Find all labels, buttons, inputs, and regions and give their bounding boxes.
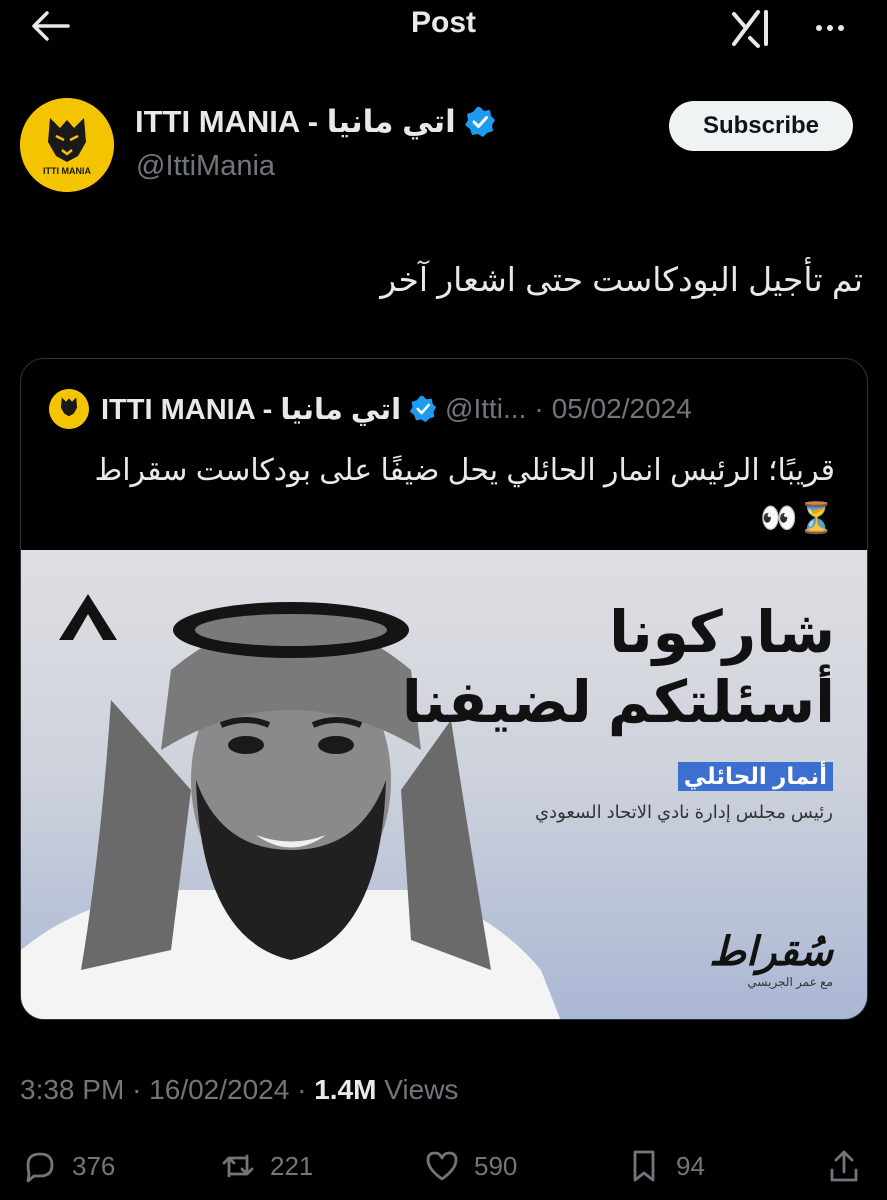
more-button[interactable] [810,8,850,48]
quoted-post-header: ITTI MANIA - اتي مانيا @Itti... · 05/02/… [49,389,692,429]
image-headline-line1: شاركونا [609,600,835,665]
repost-count: 221 [270,1150,314,1181]
quoted-avatar [49,389,89,429]
reply-icon [26,1152,54,1183]
top-bar: Post [0,0,887,62]
subscribe-button[interactable]: Subscribe [669,101,853,151]
quoted-text: قريبًا؛ الرئيس انمار الحائلي يحل ضيفًا ع… [94,454,835,487]
image-brand-subtitle: مع عمر الجريسي [747,975,833,989]
quoted-date: 05/02/2024 [551,393,692,424]
post-time: 3:38 PM [20,1074,125,1105]
logo-8-icon [59,594,117,640]
avatar[interactable]: ITTI MANIA [20,98,114,192]
image-headline-line2: أسئلتكم لضيفنا [401,670,835,735]
like-button[interactable]: 590 [424,1148,517,1184]
author-display-name[interactable]: ITTI MANIA - اتي مانيا [135,104,456,140]
action-bar: 376 221 590 94 [0,1140,887,1200]
bookmark-count: 94 [676,1150,705,1181]
meta-separator: · [132,1074,142,1105]
avatar-text: ITTI MANIA [43,166,91,176]
reply-count: 376 [72,1150,116,1181]
verified-badge-icon [464,107,495,137]
quoted-emoji: ⏳👀 [760,501,835,536]
author-name-row[interactable]: ITTI MANIA - اتي مانيا [135,104,496,140]
quoted-post-card[interactable]: ITTI MANIA - اتي مانيا @Itti... · 05/02/… [20,358,868,1020]
repost-icon [222,1154,254,1178]
image-brand: سُقراط مع عمر الجريسي [709,928,833,989]
post-text: تم تأجيل البودكاست حتى اشعار آخر [380,261,863,298]
repost-button[interactable]: 221 [220,1148,313,1184]
verified-badge-icon [409,395,437,423]
image-person-name: أنمار الحائلي [677,762,833,791]
bookmark-button[interactable]: 94 [626,1148,705,1184]
post-meta: 3:38 PM · 16/02/2024 · 1.4M Views [20,1074,458,1106]
post-date: 16/02/2024 [149,1074,290,1105]
quoted-display-name: ITTI MANIA - اتي مانيا [101,393,402,426]
share-icon [830,1150,858,1182]
like-count: 590 [474,1150,518,1181]
quoted-text-block: قريبًا؛ الرئيس انمار الحائلي يحل ضيفًا ع… [45,447,835,543]
author-handle[interactable]: @IttiMania [136,150,275,183]
quoted-handle: @Itti... [445,393,527,424]
image-person-role: رئيس مجلس إدارة نادي الاتحاد السعودي [534,802,833,822]
grok-icon [732,10,768,48]
bookmark-icon [633,1150,655,1182]
heart-icon [426,1151,458,1181]
more-dots-icon [816,25,822,31]
reply-button[interactable]: 376 [22,1148,115,1184]
views-count[interactable]: 1.4M [314,1074,376,1105]
tiger-logo-icon [49,389,89,429]
share-button[interactable] [826,1148,862,1184]
grok-button[interactable] [728,8,778,48]
tiger-logo-icon: ITTI MANIA [20,98,114,192]
views-label[interactable]: Views [384,1074,458,1105]
meta-separator: · [297,1074,307,1105]
quoted-separator: · [534,393,544,424]
image-headline: شاركونا أسئلتكم لضيفنا [402,598,835,738]
quoted-media-image[interactable]: شاركونا أسئلتكم لضيفنا أنمار الحائلي رئي… [21,550,867,1019]
image-brand-name: سُقراط [709,928,833,975]
